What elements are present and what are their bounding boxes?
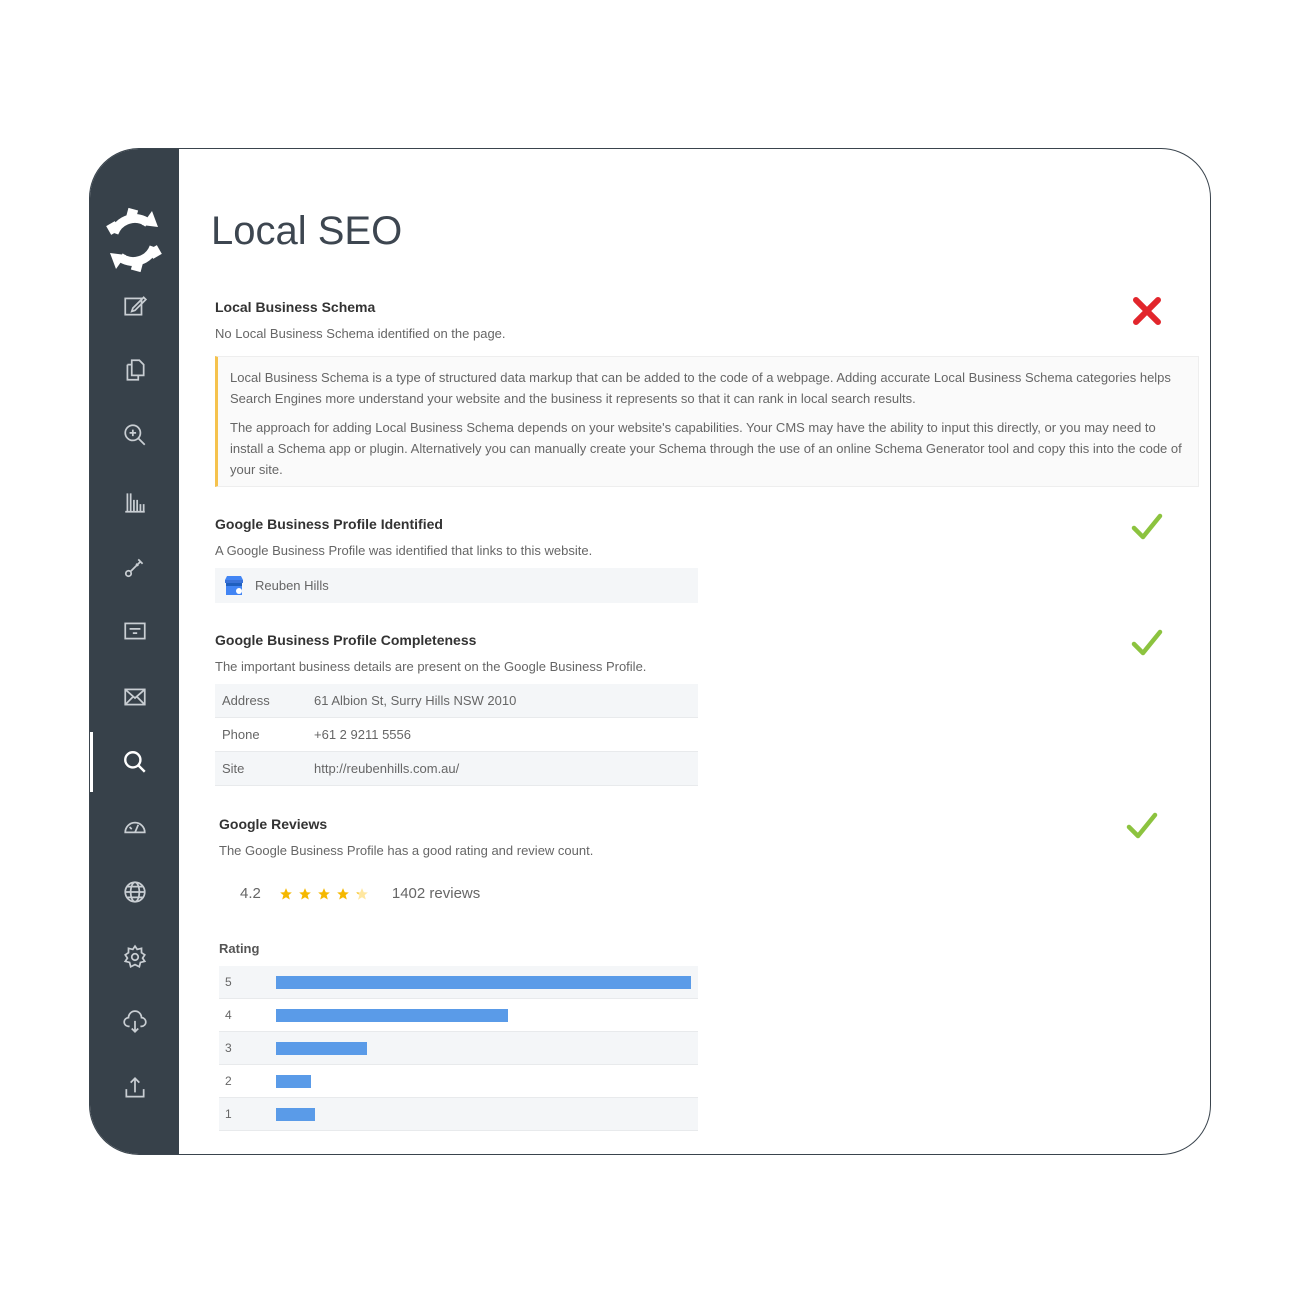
rating-distribution: 5 4 3 2 1 — [219, 966, 698, 1131]
rating-summary: 4.2 1402 reviews — [240, 885, 480, 902]
rating-bar — [276, 1108, 315, 1121]
nav-mail[interactable] — [90, 677, 179, 717]
nav-edit[interactable] — [90, 286, 179, 326]
schema-title: Local Business Schema — [215, 299, 376, 315]
check-icon — [1126, 812, 1158, 839]
zoom-in-icon — [123, 424, 145, 446]
table-row: Site http://reubenhills.com.au/ — [215, 751, 698, 786]
detail-value[interactable]: http://reubenhills.com.au/ — [307, 752, 698, 786]
reviews-title: Google Reviews — [219, 816, 328, 832]
nav-settings[interactable] — [90, 937, 179, 977]
rating-bar — [276, 1009, 508, 1022]
detail-value: 61 Albion St, Surry Hills NSW 2010 — [314, 693, 517, 708]
rating-bar — [276, 1042, 367, 1055]
star-icon — [356, 887, 368, 900]
business-details-table: Address 61 Albion St, Surry Hills NSW 20… — [215, 684, 698, 786]
reviews-description: The Google Business Profile has a good r… — [219, 843, 594, 858]
nav-speed[interactable] — [90, 807, 179, 847]
table-row: Address 61 Albion St, Surry Hills NSW 20… — [215, 684, 698, 718]
gbp-business-name: Reuben Hills — [255, 578, 329, 593]
rating-star-label: 4 — [225, 1008, 232, 1022]
detail-key: Address — [222, 693, 270, 708]
nav-pages[interactable] — [90, 350, 179, 390]
info-paragraph: Local Business Schema is a type of struc… — [230, 370, 1171, 406]
completeness-description: The important business details are prese… — [215, 659, 647, 674]
rating-star-label: 5 — [225, 975, 232, 989]
nav-upload[interactable] — [90, 1068, 179, 1108]
cloud-download-icon — [122, 1010, 147, 1033]
nav-search[interactable] — [90, 732, 179, 792]
nav-content[interactable] — [90, 611, 179, 651]
nav-links[interactable] — [90, 547, 179, 587]
schema-description: No Local Business Schema identified on t… — [215, 326, 506, 341]
rating-row-5: 5 — [219, 966, 698, 999]
google-business-icon — [225, 575, 243, 595]
sidebar — [90, 149, 179, 1154]
rating-bar — [276, 976, 691, 989]
star-icon — [280, 887, 292, 900]
rating-star-label: 1 — [225, 1107, 232, 1121]
rating-star-label: 2 — [225, 1074, 232, 1088]
gbp-description: A Google Business Profile was identified… — [215, 543, 593, 558]
rating-bar — [276, 1075, 311, 1088]
detail-key: Site — [222, 761, 245, 776]
nav-stats[interactable] — [90, 482, 179, 522]
settings-icon — [123, 944, 146, 969]
check-icon — [1131, 513, 1163, 540]
mail-icon — [123, 688, 146, 706]
pages-icon — [126, 359, 145, 381]
nav-zoom[interactable] — [90, 415, 179, 455]
detail-key: Phone — [222, 727, 260, 742]
rating-label: Rating — [219, 941, 260, 956]
rating-row-2: 2 — [219, 1065, 698, 1098]
nav-cloud[interactable] — [90, 1002, 179, 1042]
info-paragraph: The approach for adding Local Business S… — [230, 420, 1182, 477]
bar-chart-icon — [124, 493, 145, 513]
rating-star-label: 3 — [225, 1041, 232, 1055]
rating-row-1: 1 — [219, 1098, 698, 1131]
fail-icon — [1133, 297, 1161, 325]
globe-icon — [123, 881, 146, 903]
table-row: Phone +61 2 9211 5556 — [215, 718, 698, 752]
rating-row-3: 3 — [219, 1032, 698, 1065]
link-icon — [124, 558, 143, 578]
rating-row-4: 4 — [219, 999, 698, 1032]
rating-value: 4.2 — [240, 885, 261, 902]
app-window: Local SEO Local Business Schema No Local… — [89, 148, 1211, 1155]
review-count: 1402 reviews — [391, 885, 481, 902]
upload-icon — [124, 1077, 145, 1098]
star-icon — [318, 887, 330, 900]
star-icon — [337, 887, 349, 900]
detail-value: +61 2 9211 5556 — [314, 727, 411, 742]
content-icon — [123, 622, 146, 640]
page-title: Local SEO — [211, 209, 403, 253]
star-icon — [299, 887, 311, 900]
completeness-title: Google Business Profile Completeness — [215, 632, 477, 648]
logo-icon — [106, 207, 162, 273]
gbp-business-row[interactable]: Reuben Hills — [215, 568, 698, 603]
main-content: Local SEO Local Business Schema No Local… — [179, 149, 1210, 1154]
star-rating — [279, 887, 374, 901]
schema-info-box: Local Business Schema is a type of struc… — [215, 356, 1199, 487]
edit-icon — [123, 296, 147, 316]
gbp-title: Google Business Profile Identified — [215, 516, 443, 532]
speed-icon — [123, 821, 146, 834]
check-icon — [1131, 629, 1163, 656]
search-icon — [123, 751, 146, 773]
nav-globe[interactable] — [90, 872, 179, 912]
